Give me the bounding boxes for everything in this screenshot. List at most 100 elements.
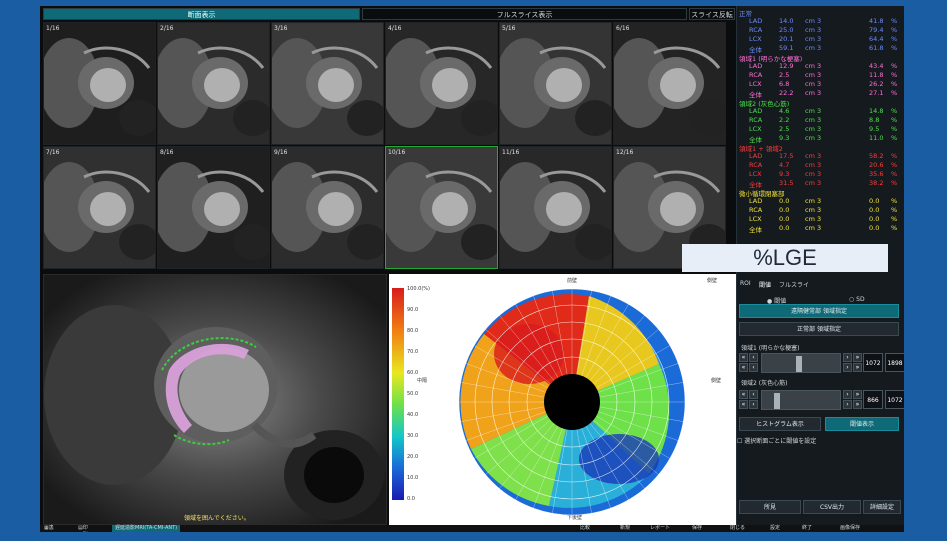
slice-thumbnail[interactable]: 11/16 <box>499 146 612 269</box>
slice-thumbnail[interactable]: 7/16 <box>43 146 156 269</box>
region2-slider[interactable]: « ‹ « ‹ › » › » 866 1072 <box>739 390 904 410</box>
slice-thumbnail[interactable]: 8/16 <box>157 146 270 269</box>
slider-thumb[interactable] <box>774 393 780 409</box>
bullseye-panel: 100.0(%) 90.0 80.0 70.0 60.0 50.0 40.0 30.0 20.0… <box>389 274 736 525</box>
slice-thumbnail[interactable]: 4/16 <box>385 22 498 145</box>
slice-thumbnail[interactable]: 5/16 <box>499 22 612 145</box>
legend-row: RCA 25.0 cm 3 79.4% <box>749 26 898 34</box>
print-button[interactable]: ▤ 印刷 <box>78 525 88 532</box>
slice-number: 7/16 <box>46 149 60 156</box>
patient-button[interactable]: ▦ 患者 <box>44 525 54 532</box>
tab-full-slice[interactable]: フルスライス表示 <box>362 8 687 20</box>
control-tabs: ROI 閾値 フルスライ <box>737 280 904 290</box>
slice-number: 10/16 <box>388 149 406 156</box>
save-button[interactable]: 保存 <box>692 525 702 532</box>
region1-slider[interactable]: « ‹ « ‹ › » › » 1072 1898 <box>739 353 904 373</box>
fast-forward-icon[interactable]: » <box>853 400 862 409</box>
forward-icon[interactable]: › <box>843 390 852 399</box>
back-icon[interactable]: ‹ <box>749 400 758 409</box>
mri-image <box>44 275 386 524</box>
slice-number: 9/16 <box>274 149 288 156</box>
legend-row: 全体 9.3 cm 3 11.0% <box>749 134 898 144</box>
fast-back-icon[interactable]: « <box>739 353 748 362</box>
fast-forward-icon[interactable]: » <box>853 390 862 399</box>
threshold-show-button[interactable]: 閾値表示 <box>825 417 899 431</box>
fast-back-icon[interactable]: « <box>739 400 748 409</box>
region2-max-value[interactable]: 1072 <box>885 390 904 409</box>
legend-row: 全体 0.0 cm 3 0.0% <box>749 224 898 234</box>
legend-row: RCA 2.2 cm 3 8.8% <box>749 116 898 124</box>
slice-thumbnail[interactable]: 9/16 <box>271 146 384 269</box>
slice-number: 11/16 <box>502 149 520 156</box>
legend-row: LCX 2.5 cm 3 9.5% <box>749 125 898 133</box>
region1-track[interactable] <box>761 353 841 373</box>
slice-thumbnail[interactable]: 10/16 <box>385 146 498 269</box>
radio-sd[interactable]: ○ SD <box>849 296 865 303</box>
forward-icon[interactable]: › <box>843 363 852 372</box>
normal-region-button[interactable]: 正常部 領域指定 <box>739 322 899 336</box>
region1-label: 領域1 (明らかな梗塞) <box>741 345 800 352</box>
slice-number: 3/16 <box>274 25 288 32</box>
study-tag: 遅延造影MRI(TA-CMI-ANT) <box>112 525 181 532</box>
image-save-button[interactable]: 画像保存 <box>840 525 860 532</box>
tab-roi[interactable]: ROI <box>740 280 751 287</box>
settings-button[interactable]: 設定 <box>770 525 780 532</box>
back-icon[interactable]: ‹ <box>749 353 758 362</box>
back-icon[interactable]: ‹ <box>749 363 758 372</box>
compare-button[interactable]: 比較 <box>580 525 590 532</box>
slice-grid: 1/16 2/16 3/16 4/16 5/16 6/16 7/16 8/16 9/16 10/1… <box>43 22 727 270</box>
legend-row: LAD 4.6 cm 3 14.8% <box>749 107 898 115</box>
slider-thumb[interactable] <box>796 356 802 372</box>
region1-min-value[interactable]: 1072 <box>863 353 883 372</box>
legend-row: LAD 12.9 cm 3 43.4% <box>749 62 898 70</box>
slice-number: 2/16 <box>160 25 174 32</box>
tab-threshold[interactable]: 閾値 <box>759 280 771 289</box>
slice-thumbnail[interactable]: 3/16 <box>271 22 384 145</box>
forward-icon[interactable]: › <box>843 353 852 362</box>
main-slice-image[interactable]: 領域を囲んでください。 <box>43 274 387 525</box>
region1-max-value[interactable]: 1898 <box>885 353 904 372</box>
legend-row: LCX 20.1 cm 3 64.4% <box>749 35 898 43</box>
back-icon[interactable]: ‹ <box>749 390 758 399</box>
legend-row: 全体 59.1 cm 3 61.8% <box>749 44 898 54</box>
tab-slice-reverse[interactable]: スライス反転 <box>689 8 735 20</box>
histogram-button[interactable]: ヒストグラム表示 <box>739 417 821 431</box>
forward-icon[interactable]: › <box>843 400 852 409</box>
close-button[interactable]: 閉じる <box>730 525 745 532</box>
lge-label: %LGE <box>682 244 888 272</box>
fast-back-icon[interactable]: « <box>739 363 748 372</box>
findings-button[interactable]: 所見 <box>739 500 801 514</box>
csv-export-button[interactable]: CSV出力 <box>803 500 861 514</box>
slice-image <box>500 23 611 144</box>
region2-track[interactable] <box>761 390 841 410</box>
detail-settings-button[interactable]: 詳細設定 <box>863 500 901 514</box>
legend-row: LAD 0.0 cm 3 0.0% <box>749 197 898 205</box>
slice-image <box>614 23 725 144</box>
fast-forward-icon[interactable]: » <box>853 363 862 372</box>
tab-fullslice[interactable]: フルスライ <box>779 280 809 289</box>
fast-back-icon[interactable]: « <box>739 390 748 399</box>
slice-thumbnail[interactable]: 2/16 <box>157 22 270 145</box>
slice-image <box>272 23 383 144</box>
per-slice-threshold-checkbox[interactable]: ☐ 選択断面ごとに閾値を設定 <box>737 436 816 445</box>
legend-row: LCX 6.8 cm 3 26.2% <box>749 80 898 88</box>
report-button[interactable]: レポート <box>650 525 670 532</box>
new-button[interactable]: 新規 <box>620 525 630 532</box>
region2-min-value[interactable]: 866 <box>863 390 883 409</box>
results-legend: 正常 LAD 14.0 cm 3 41.8% RCA 25.0 cm 3 79.4% LCX 20.… <box>737 6 904 242</box>
slice-number: 8/16 <box>160 149 174 156</box>
legend-row: RCA 2.5 cm 3 11.8% <box>749 71 898 79</box>
radio-sd-label: SD <box>856 296 865 303</box>
fast-forward-icon[interactable]: » <box>853 353 862 362</box>
slice-image <box>158 147 269 268</box>
remote-normal-button[interactable]: 遠隔健常部 領域指定 <box>739 304 899 318</box>
legend-row: LCX 9.3 cm 3 35.6% <box>749 170 898 178</box>
slice-thumbnail[interactable]: 1/16 <box>43 22 156 145</box>
legend-row: RCA 0.0 cm 3 0.0% <box>749 206 898 214</box>
tab-section-view[interactable]: 断面表示 <box>43 8 360 20</box>
legend-row: LCX 0.0 cm 3 0.0% <box>749 215 898 223</box>
slice-thumbnail[interactable]: 6/16 <box>613 22 726 145</box>
slice-image <box>44 23 155 144</box>
exit-button[interactable]: 終了 <box>802 525 812 532</box>
slice-image <box>386 147 497 268</box>
